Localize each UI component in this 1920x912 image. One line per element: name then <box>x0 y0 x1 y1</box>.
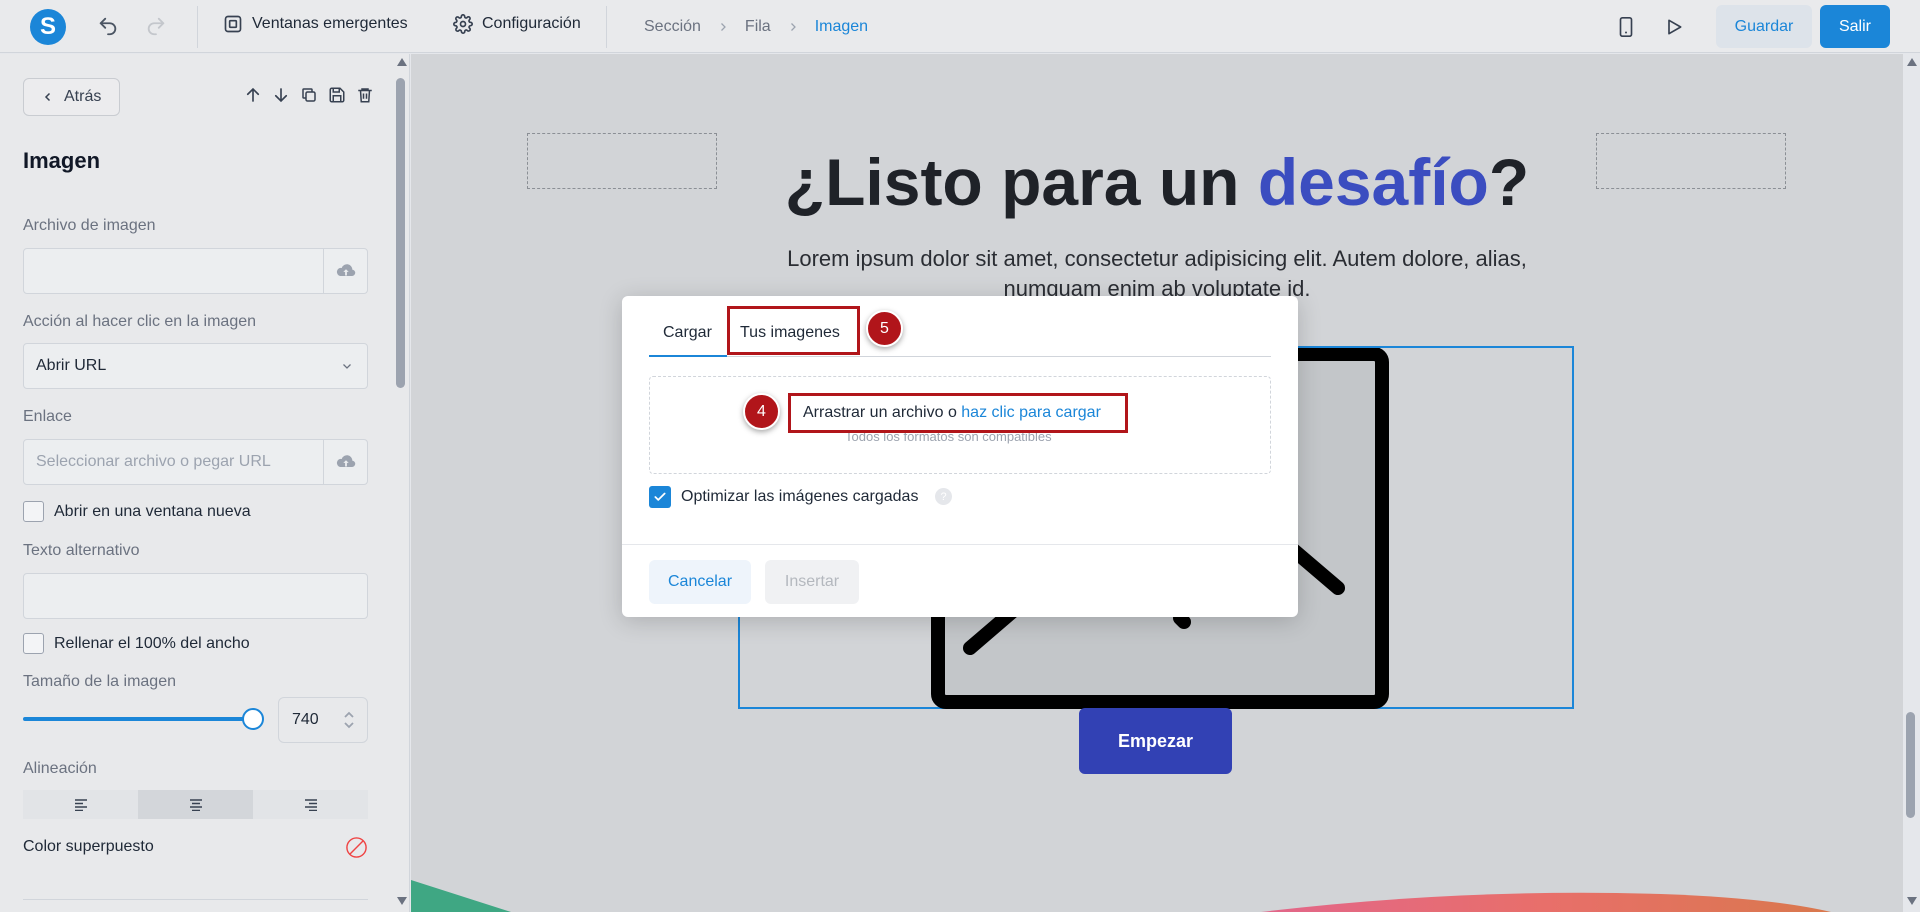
section-divider <box>23 899 368 900</box>
step-badge-5: 5 <box>866 310 903 347</box>
highlight-your-images-tab <box>727 306 860 355</box>
link-label: Enlace <box>23 408 72 425</box>
click-action-select[interactable]: Abrir URL <box>23 343 368 389</box>
dialog-footer-divider <box>622 544 1298 545</box>
insert-button[interactable]: Insertar <box>765 560 859 604</box>
image-file-label: Archivo de imagen <box>23 217 156 234</box>
popups-menu-label: Ventanas emergentes <box>252 15 408 32</box>
cloud-upload-icon[interactable] <box>323 440 367 484</box>
panel-title: Imagen <box>23 148 101 173</box>
open-new-window-option[interactable]: Abrir en una ventana nueva <box>23 501 251 522</box>
breadcrumb-image[interactable]: Imagen <box>815 18 868 36</box>
tab-upload[interactable]: Cargar <box>663 324 712 342</box>
image-size-label: Tamaño de la imagen <box>23 673 176 690</box>
scroll-up-icon[interactable] <box>1907 58 1917 66</box>
image-upload-dialog: Cargar Tus imagenes Arrastrar un archivo… <box>622 296 1298 617</box>
mobile-preview-icon[interactable] <box>1610 11 1642 43</box>
help-icon[interactable]: ? <box>935 488 952 505</box>
cloud-upload-icon[interactable] <box>323 249 367 293</box>
start-button[interactable]: Empezar <box>1079 708 1232 774</box>
top-toolbar: S Ventanas emergentes Configuración Secc… <box>0 0 1920 53</box>
optimize-images-label: Optimizar las imágenes cargadas <box>681 488 919 505</box>
chevron-left-icon <box>44 92 51 102</box>
image-size-slider-track[interactable] <box>23 717 253 721</box>
sidebar-scrollbar-thumb[interactable] <box>396 78 405 388</box>
scroll-down-icon[interactable] <box>397 897 407 905</box>
settings-menu-button[interactable]: Configuración <box>453 14 581 34</box>
overlay-color-label: Color superpuesto <box>23 838 154 855</box>
cancel-button[interactable]: Cancelar <box>649 560 751 604</box>
click-action-label: Acción al hacer clic en la imagen <box>23 313 257 330</box>
hero-title-accent: desafío <box>1257 145 1489 219</box>
redo-icon[interactable] <box>140 10 172 42</box>
active-tab-indicator <box>649 355 727 357</box>
fill-width-label: Rellenar el 100% del ancho <box>54 634 250 652</box>
hero-title[interactable]: ¿Listo para un desafío? <box>411 144 1903 220</box>
image-size-value: 740 <box>292 711 319 728</box>
checkmark-icon <box>654 492 666 501</box>
chevron-right-icon <box>720 22 726 31</box>
exit-button[interactable]: Salir <box>1820 5 1890 48</box>
gear-icon <box>453 14 473 34</box>
align-right-icon[interactable] <box>253 790 368 819</box>
hero-title-after: ? <box>1488 145 1530 219</box>
scroll-down-icon[interactable] <box>1907 897 1917 905</box>
arrow-up-icon[interactable] <box>242 84 264 106</box>
toolbar-divider <box>606 6 607 48</box>
trash-icon[interactable] <box>354 84 376 106</box>
canvas-scrollbar-thumb[interactable] <box>1906 712 1915 818</box>
arrow-down-icon[interactable] <box>270 84 292 106</box>
align-center-icon[interactable] <box>138 790 253 819</box>
duplicate-icon[interactable] <box>298 84 320 106</box>
popup-window-icon <box>224 15 242 33</box>
hero-subtitle[interactable]: Lorem ipsum dolor sit amet, consectetur … <box>751 244 1563 304</box>
image-size-input[interactable]: 740 <box>278 697 368 743</box>
highlight-click-to-upload <box>788 393 1128 433</box>
decorative-wave <box>411 880 1831 912</box>
alignment-group <box>23 790 368 819</box>
back-button[interactable]: Atrás <box>23 78 120 116</box>
breadcrumb-section[interactable]: Sección <box>644 18 701 36</box>
click-action-value: Abrir URL <box>36 357 107 374</box>
element-tools <box>242 84 376 106</box>
breadcrumb-row[interactable]: Fila <box>745 18 771 36</box>
hero-title-before: ¿Listo para un <box>784 145 1258 219</box>
image-size-slider-thumb[interactable] <box>242 708 264 730</box>
open-new-window-label: Abrir en una ventana nueva <box>54 502 251 520</box>
step-badge-4: 4 <box>743 393 780 430</box>
back-label: Atrás <box>64 88 102 105</box>
settings-menu-label: Configuración <box>482 15 581 32</box>
save-button[interactable]: Guardar <box>1716 5 1812 48</box>
app-logo[interactable]: S <box>30 9 66 45</box>
alt-text-input[interactable] <box>23 573 368 619</box>
fill-width-checkbox[interactable] <box>23 633 44 654</box>
tabs-divider <box>649 356 1271 357</box>
undo-icon[interactable] <box>92 10 124 42</box>
save-block-icon[interactable] <box>326 84 348 106</box>
alt-text-label: Texto alternativo <box>23 542 140 559</box>
breadcrumb: Sección Fila Imagen <box>644 0 868 53</box>
popups-menu-button[interactable]: Ventanas emergentes <box>223 14 408 34</box>
align-left-icon[interactable] <box>23 790 138 819</box>
chevron-down-icon <box>327 360 367 372</box>
scroll-up-icon[interactable] <box>397 58 407 66</box>
open-new-window-checkbox[interactable] <box>23 501 44 522</box>
toolbar-divider <box>197 6 198 48</box>
optimize-images-checkbox[interactable] <box>649 486 671 508</box>
stepper-icon[interactable] <box>343 708 355 732</box>
properties-sidebar: Atrás Imagen Archivo de imagen Acción al… <box>0 54 410 912</box>
play-preview-icon[interactable] <box>1658 11 1690 43</box>
link-field[interactable]: Seleccionar archivo o pegar URL <box>23 439 368 485</box>
no-color-swatch-icon[interactable] <box>345 836 368 859</box>
link-input[interactable]: Seleccionar archivo o pegar URL <box>24 453 323 471</box>
chevron-right-icon <box>790 22 796 31</box>
image-file-field[interactable] <box>23 248 368 294</box>
alignment-label: Alineación <box>23 760 97 777</box>
fill-width-option[interactable]: Rellenar el 100% del ancho <box>23 633 250 654</box>
